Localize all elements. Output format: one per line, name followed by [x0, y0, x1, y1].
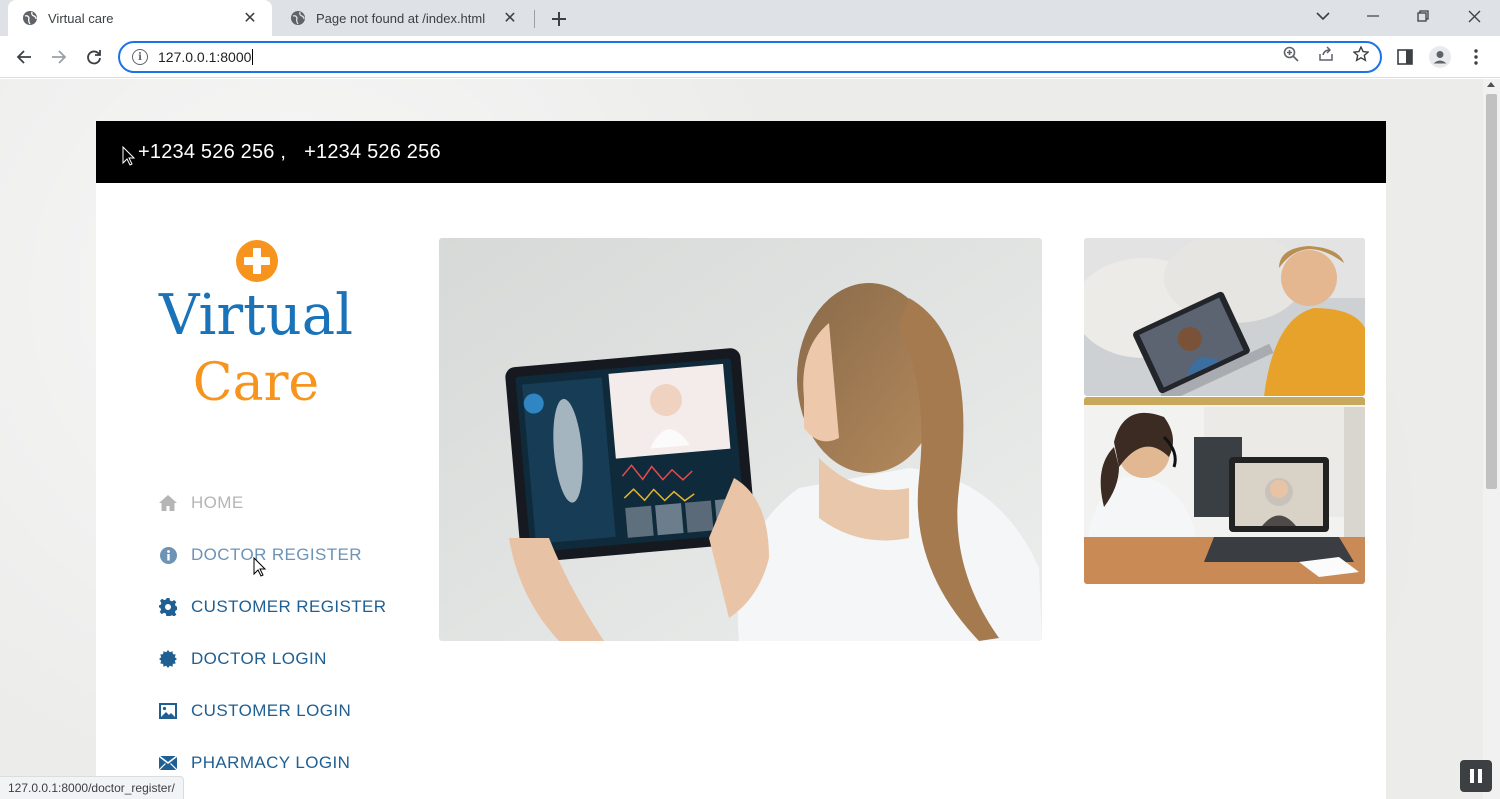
url-text: 127.0.0.1:8000: [158, 49, 252, 65]
text-caret: [252, 49, 254, 65]
browser-toolbar: i 127.0.0.1:8000: [0, 36, 1500, 78]
bookmark-button[interactable]: [1350, 43, 1372, 65]
image-doctor-headset: [1084, 397, 1365, 584]
forward-icon: [52, 50, 67, 64]
logo-text-virtual[interactable]: Virtual: [156, 283, 356, 348]
tab-page-not-found[interactable]: Page not found at /index.html ✕: [276, 0, 532, 36]
menu-label: PHARMACY LOGIN: [191, 753, 351, 772]
reload-icon: [87, 50, 101, 65]
forward-button[interactable]: [44, 42, 74, 72]
globe-icon: [23, 11, 37, 25]
back-icon: [16, 50, 31, 64]
menu-item-doctor-login[interactable]: DOCTOR LOGIN: [158, 649, 327, 669]
close-window-button[interactable]: [1451, 0, 1497, 32]
image-video-call-laptop: [1084, 238, 1365, 396]
image-icon: [158, 701, 178, 721]
gear-icon: [158, 597, 178, 617]
chevron-down-icon: [1316, 12, 1330, 20]
phone-number-2: +1234 526 256: [304, 140, 441, 163]
menu-item-customer-login[interactable]: CUSTOMER LOGIN: [158, 701, 351, 721]
share-button[interactable]: [1315, 43, 1337, 65]
address-bar[interactable]: i 127.0.0.1:8000: [118, 41, 1382, 73]
zoom-icon: [1283, 46, 1299, 62]
site-container: +1234 526 256 , +1234 526 256 Virtual Ca…: [96, 121, 1386, 799]
tab-title: Virtual care: [48, 10, 114, 26]
pause-button[interactable]: [1460, 760, 1492, 792]
tab-search-button[interactable]: [1300, 0, 1346, 32]
tab-title: Page not found at /index.html: [316, 10, 486, 26]
hero-image-doctor-tablet: [439, 238, 1042, 641]
plus-icon: [552, 12, 566, 26]
link-status-bar: 127.0.0.1:8000/doctor_register/: [0, 776, 184, 799]
menu-label: DOCTOR LOGIN: [191, 649, 327, 668]
back-button[interactable]: [9, 42, 39, 72]
mouse-cursor-icon: [253, 557, 267, 577]
menu-label: CUSTOMER LOGIN: [191, 701, 352, 720]
minimize-icon: [1367, 15, 1379, 17]
new-tab-button[interactable]: [546, 6, 572, 32]
side-panel-button[interactable]: [1393, 45, 1417, 69]
badge-icon: [158, 649, 178, 669]
share-icon: [1319, 46, 1333, 61]
menu-label: HOME: [191, 493, 244, 512]
more-icon: [1474, 49, 1478, 65]
menu-item-customer-register[interactable]: CUSTOMER REGISTER: [158, 597, 386, 617]
tab-virtual-care[interactable]: Virtual care ✕: [8, 0, 272, 36]
envelope-icon: [158, 753, 178, 773]
side-panel-icon: [1397, 49, 1413, 65]
status-url: 127.0.0.1:8000/doctor_register/: [8, 781, 175, 795]
mouse-cursor-icon: [122, 146, 136, 166]
page-viewport: +1234 526 256 , +1234 526 256 Virtual Ca…: [0, 79, 1483, 799]
close-icon: [1468, 10, 1480, 22]
profile-button[interactable]: [1428, 45, 1452, 69]
menu-label: CUSTOMER REGISTER: [191, 597, 387, 616]
close-tab-icon[interactable]: ✕: [502, 10, 518, 27]
close-tab-icon[interactable]: ✕: [242, 10, 258, 27]
phone-number-1: +1234 526 256 ,: [138, 140, 287, 163]
restore-button[interactable]: [1400, 0, 1446, 32]
star-icon: [1353, 46, 1369, 62]
profile-icon: [1429, 46, 1451, 68]
tab-separator: [534, 10, 535, 28]
zoom-button[interactable]: [1280, 43, 1302, 65]
info-icon: [158, 545, 178, 565]
scrollbar-thumb[interactable]: [1486, 94, 1497, 489]
reload-button[interactable]: [79, 42, 109, 72]
minimize-button[interactable]: [1350, 0, 1396, 32]
globe-icon: [291, 11, 305, 25]
tab-strip: Virtual care ✕ Page not found at /index.…: [0, 0, 1500, 36]
menu-item-pharmacy-login[interactable]: PHARMACY LOGIN: [158, 753, 350, 773]
scroll-up-arrow[interactable]: [1487, 82, 1495, 87]
pause-icon: [1470, 769, 1474, 783]
plus-circle-icon: [236, 240, 278, 282]
contact-topbar: +1234 526 256 , +1234 526 256: [96, 121, 1386, 183]
logo-text-care[interactable]: Care: [156, 353, 356, 413]
menu-item-home[interactable]: HOME: [158, 493, 244, 513]
more-menu-button[interactable]: [1464, 45, 1488, 69]
home-icon: [158, 493, 178, 513]
info-icon[interactable]: i: [132, 49, 148, 65]
menu-label: DOCTOR REGISTER: [191, 545, 362, 564]
restore-icon: [1417, 10, 1429, 22]
